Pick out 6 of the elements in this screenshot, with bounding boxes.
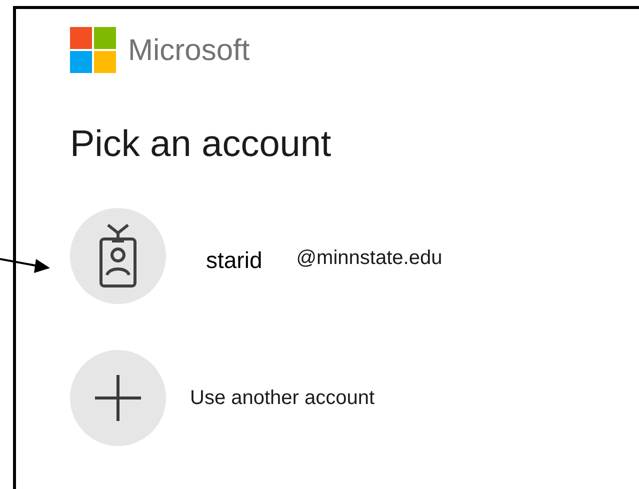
plus-icon xyxy=(94,374,142,422)
logo-icon xyxy=(70,27,116,73)
account-email[interactable]: @minnstate.edu xyxy=(296,243,442,273)
use-another-account-link[interactable]: Use another account xyxy=(190,383,375,413)
brand-name: Microsoft xyxy=(128,32,250,68)
page-heading: Pick an account xyxy=(70,125,332,162)
